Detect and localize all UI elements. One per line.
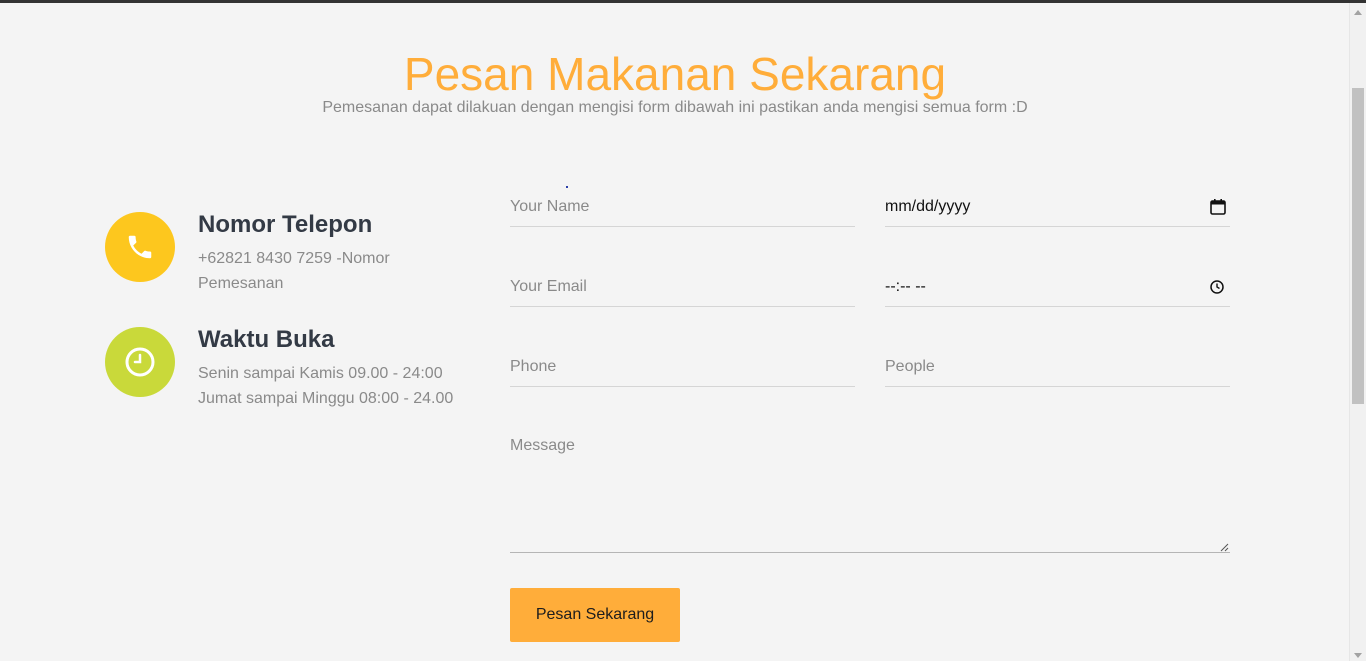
- time-input[interactable]: --:-- --: [885, 267, 1230, 307]
- date-input[interactable]: mm/dd/yyyy: [885, 187, 1230, 227]
- page-title: Pesan Makanan Sekarang: [403, 48, 947, 100]
- people-input[interactable]: [885, 347, 1230, 387]
- hours-title: Waktu Buka: [198, 326, 335, 353]
- scroll-down-arrow[interactable]: [1354, 653, 1362, 658]
- date-input-value: mm/dd/yyyy: [885, 197, 971, 215]
- phone-input[interactable]: [510, 347, 855, 387]
- clock-icon: [105, 327, 175, 397]
- email-input[interactable]: [510, 267, 855, 307]
- name-input[interactable]: [510, 187, 855, 227]
- window-top-border: [0, 0, 1366, 3]
- calendar-icon[interactable]: [1209, 198, 1227, 216]
- phone-text: +62821 8430 7259 -Nomor Pemesanan: [198, 250, 390, 292]
- time-input-value: --:-- --: [885, 277, 926, 295]
- scroll-up-arrow[interactable]: [1354, 10, 1362, 15]
- hours-line-2: Jumat sampai Minggu 08:00 - 24.00: [198, 390, 454, 407]
- hours-line-1: Senin sampai Kamis 09.00 - 24:00: [198, 365, 443, 382]
- scrollbar-thumb[interactable]: [1352, 88, 1364, 404]
- page-subtitle: Pemesanan dapat dilakuan dengan mengisi …: [322, 99, 1028, 116]
- vertical-scrollbar[interactable]: [1349, 3, 1366, 661]
- message-textarea[interactable]: [510, 433, 1230, 553]
- submit-order-button[interactable]: Pesan Sekarang: [510, 588, 680, 642]
- phone-icon: [105, 212, 175, 282]
- phone-title: Nomor Telepon: [198, 211, 373, 238]
- resize-grip-icon[interactable]: [1219, 542, 1229, 552]
- clock-picker-icon[interactable]: [1209, 279, 1225, 295]
